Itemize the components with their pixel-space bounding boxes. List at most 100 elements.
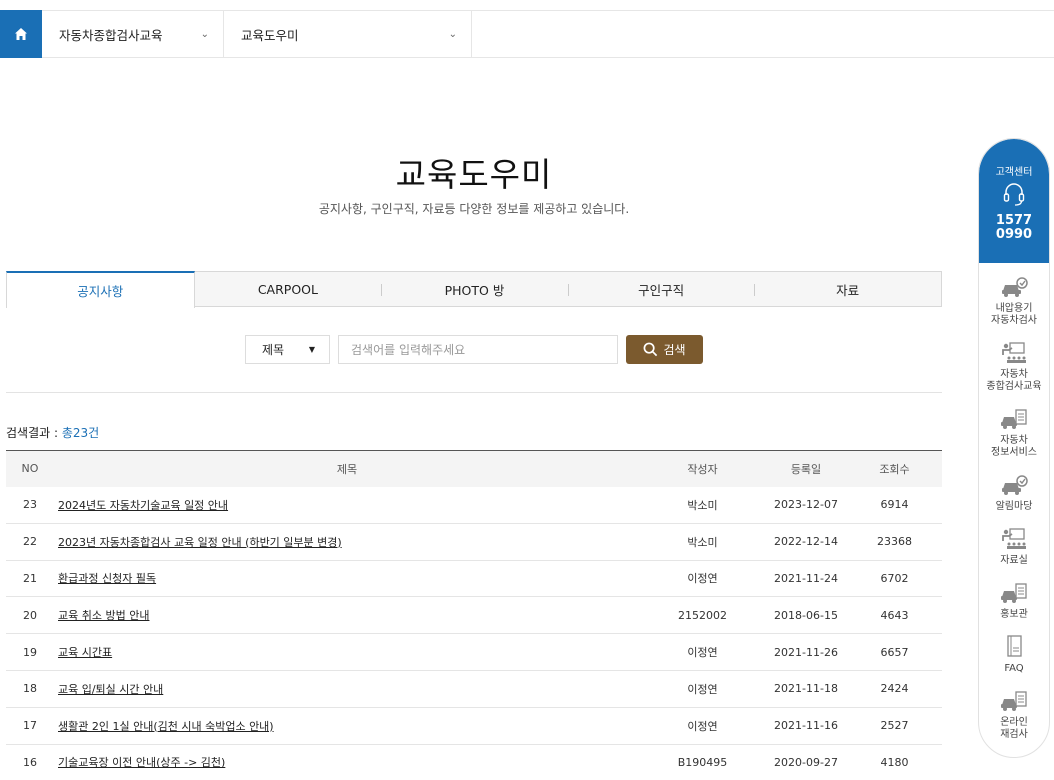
quick-item-label: 내압용기 xyxy=(995,303,1033,314)
row-no: 23 xyxy=(6,486,54,524)
row-no: 17 xyxy=(6,707,54,745)
table-row: 21 환급과정 신청자 필독 이정연 2021-11-24 6702 xyxy=(6,560,942,598)
row-title-link[interactable]: 교육 시간표 xyxy=(58,646,112,659)
quick-item-online-reinspection[interactable]: 온라인 재검사 xyxy=(979,689,1049,741)
row-author: 박소미 xyxy=(640,523,765,561)
row-title-link[interactable]: 환급과정 신청자 필독 xyxy=(58,572,156,585)
quick-item-label: 자동차검사 xyxy=(991,315,1037,326)
quick-item-notice-board[interactable]: 알림마당 xyxy=(979,473,1049,513)
quick-item-label: 정보서비스 xyxy=(991,447,1037,458)
row-date: 2020-09-27 xyxy=(765,744,847,780)
search-icon xyxy=(644,342,658,357)
row-author: 이정연 xyxy=(640,707,765,745)
quick-item-label: 자료실 xyxy=(1000,555,1028,566)
quick-item-label: 재검사 xyxy=(1000,729,1028,740)
row-title-link[interactable]: 2024년도 자동차기술교육 일정 안내 xyxy=(58,499,228,512)
divider xyxy=(6,392,942,393)
col-date-header: 등록일 xyxy=(790,462,822,476)
row-title-link[interactable]: 교육 취소 방법 안내 xyxy=(58,609,149,622)
row-date: 2022-12-14 xyxy=(765,523,847,561)
row-date: 2021-11-16 xyxy=(765,707,847,745)
result-count: 총23건 xyxy=(61,426,100,440)
row-title-link[interactable]: 2023년 자동차종합검사 교육 일정 안내 (하반기 일부분 변경) xyxy=(58,536,342,549)
result-label: 검색결과 : xyxy=(6,426,62,440)
search-field-select[interactable]: 제목 ▼ xyxy=(245,335,330,364)
lecture-icon xyxy=(1002,528,1026,549)
subcategory-select[interactable]: 교육도우미 ⌄ xyxy=(224,11,472,57)
subcategory-select-label: 교육도우미 xyxy=(241,27,299,43)
row-author: 이정연 xyxy=(640,560,765,598)
customer-center[interactable]: 고객센터 1577 0990 xyxy=(979,139,1049,263)
row-no: 21 xyxy=(6,560,54,598)
quick-item-label: 홍보관 xyxy=(1000,609,1028,620)
table-row: 16 기술교육장 이전 안내(상주 -> 김천) B190495 2020-09… xyxy=(6,744,942,780)
row-no: 18 xyxy=(6,670,54,708)
lecture-icon xyxy=(1002,342,1026,363)
row-title-link[interactable]: 기술교육장 이전 안내(상주 -> 김천) xyxy=(58,756,225,769)
location-bar: 자동차종합검사교육 ⌄ 교육도우미 ⌄ xyxy=(0,10,1054,58)
search-field-label: 제목 xyxy=(262,343,285,357)
phone-line2: 0990 xyxy=(995,227,1033,242)
row-author: 2152002 xyxy=(640,596,765,635)
customer-center-label: 고객센터 xyxy=(995,167,1033,178)
category-select-label: 자동차종합검사교육 xyxy=(59,27,163,43)
board-tabs: 공지사항 CARPOOL PHOTO 방 구인구직 자료 xyxy=(6,271,942,308)
row-date: 2021-11-18 xyxy=(765,670,847,708)
row-author: 박소미 xyxy=(640,486,765,524)
headset-icon xyxy=(1003,183,1025,206)
tab-carpool[interactable]: CARPOOL xyxy=(195,272,382,306)
row-views: 2424 xyxy=(847,670,942,708)
tab-photo[interactable]: PHOTO 방 xyxy=(381,272,568,306)
phone-line1: 1577 xyxy=(995,213,1033,228)
row-date: 2023-12-07 xyxy=(765,486,847,524)
search-button-label: 검색 xyxy=(663,343,686,357)
row-views: 6914 xyxy=(847,486,942,524)
row-no: 19 xyxy=(6,633,54,671)
col-author-header: 작성자 xyxy=(687,462,718,476)
table-row: 19 교육 시간표 이정연 2021-11-26 6657 xyxy=(6,633,942,671)
page-title: 교육도우미 xyxy=(395,155,553,194)
col-title-header: 제목 xyxy=(336,462,358,476)
category-select[interactable]: 자동차종합검사교육 ⌄ xyxy=(42,11,224,57)
table-header-row: NO 제목 작성자 등록일 조회수 xyxy=(6,450,942,487)
col-no-header: NO xyxy=(21,462,39,476)
row-author: 이정연 xyxy=(640,633,765,671)
home-button[interactable] xyxy=(0,10,42,58)
row-no: 22 xyxy=(6,523,54,561)
row-views: 4643 xyxy=(847,596,942,635)
row-views: 4180 xyxy=(847,744,942,780)
search-button[interactable]: 검색 xyxy=(626,335,703,364)
row-author: 이정연 xyxy=(640,670,765,708)
quick-item-inspection-education[interactable]: 자동차 종합검사교육 xyxy=(979,341,1049,393)
tab-archive[interactable]: 자료 xyxy=(754,272,941,306)
row-author: B190495 xyxy=(640,744,765,780)
tab-notice[interactable]: 공지사항 xyxy=(6,271,195,308)
notice-table: NO 제목 작성자 등록일 조회수 23 2024년도 자동차기술교육 일정 안… xyxy=(6,450,942,780)
row-views: 23368 xyxy=(847,523,942,561)
row-title-link[interactable]: 교육 입/퇴실 시간 안내 xyxy=(58,683,163,696)
col-views-header: 조회수 xyxy=(879,462,910,476)
quick-item-car-info[interactable]: 자동차 정보서비스 xyxy=(979,407,1049,459)
quick-item-cng-inspection[interactable]: 내압용기 자동차검사 xyxy=(979,275,1049,327)
car-info-icon xyxy=(1001,583,1027,603)
home-icon xyxy=(15,28,27,40)
quick-item-faq[interactable]: FAQ xyxy=(979,635,1049,675)
row-date: 2021-11-26 xyxy=(765,633,847,671)
chevron-down-icon: ⌄ xyxy=(200,28,209,40)
car-check-icon xyxy=(1002,475,1028,495)
row-date: 2021-11-24 xyxy=(765,560,847,598)
quick-item-pr[interactable]: 홍보관 xyxy=(979,581,1049,621)
car-check-icon xyxy=(1002,277,1028,297)
row-title-link[interactable]: 생활관 2인 1실 안내(김천 시내 숙박업소 안내) xyxy=(58,720,274,733)
page-subtitle: 공지사항, 구인구직, 자료등 다양한 정보를 제공하고 있습니다. xyxy=(318,202,630,216)
quick-menu: 고객센터 1577 0990 내압용기 자동차검사 자동차 종합검사교육 자동차… xyxy=(978,138,1050,758)
quick-item-label: 자동차 xyxy=(1000,435,1028,446)
quick-item-archive[interactable]: 자료실 xyxy=(979,527,1049,567)
quick-item-label: 종합검사교육 xyxy=(986,381,1042,392)
row-views: 6657 xyxy=(847,633,942,671)
table-row: 17 생활관 2인 1실 안내(김천 시내 숙박업소 안내) 이정연 2021-… xyxy=(6,707,942,745)
car-info-icon xyxy=(1001,409,1027,429)
tab-jobs[interactable]: 구인구직 xyxy=(567,272,755,306)
search-input[interactable] xyxy=(338,335,618,364)
quick-item-label: 알림마당 xyxy=(995,501,1033,512)
